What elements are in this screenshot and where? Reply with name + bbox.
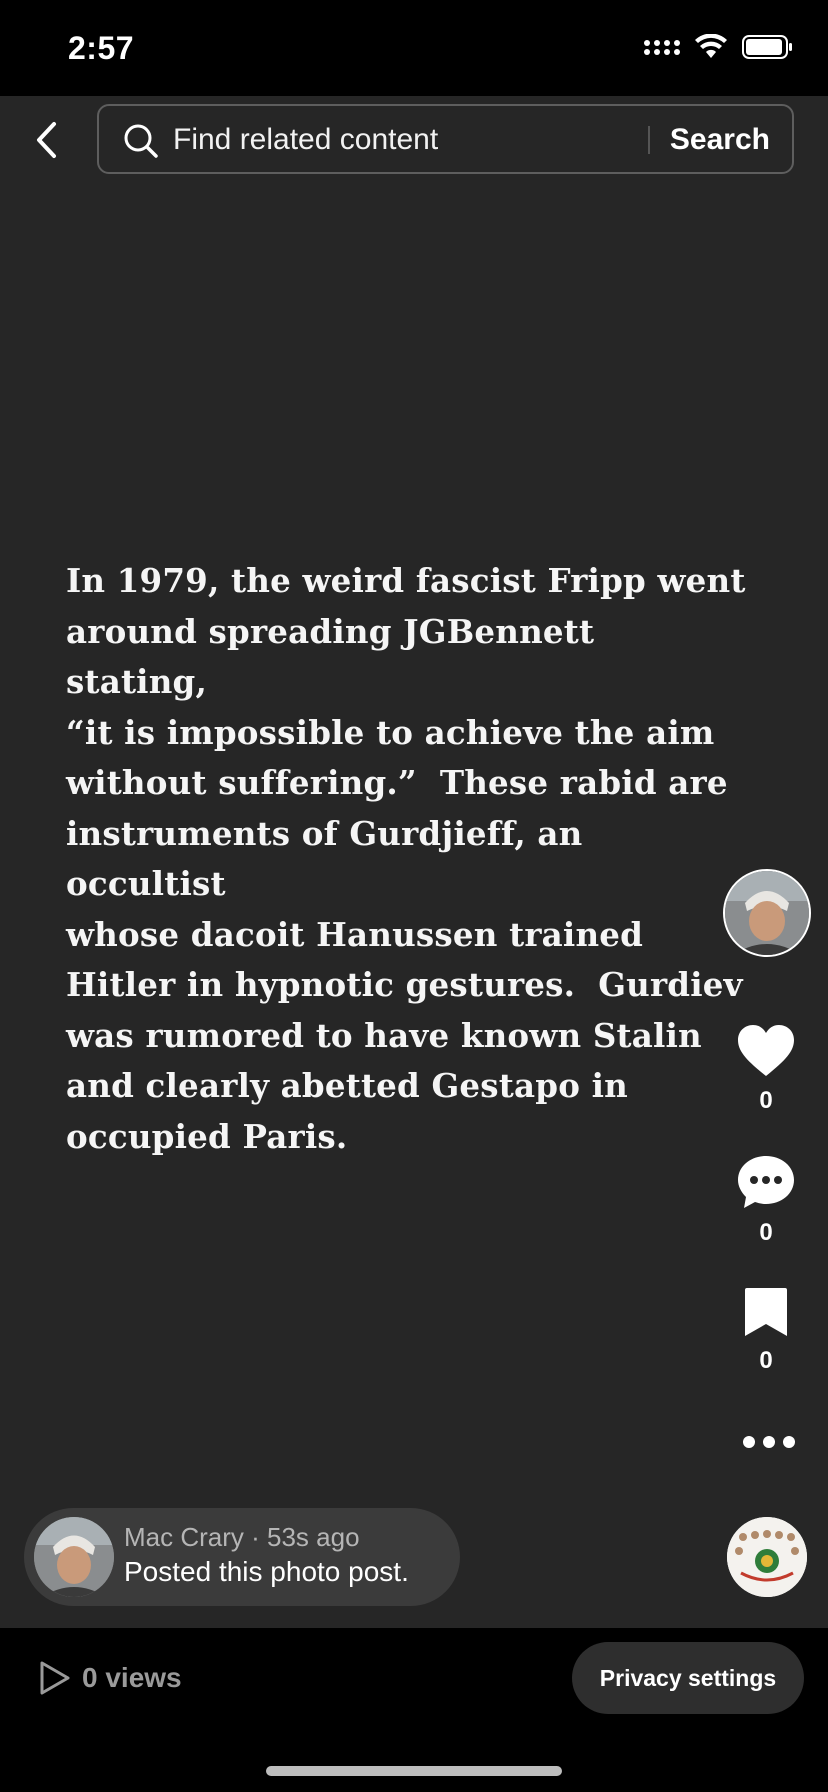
post-text-line: whose dacoit Hanussen trained bbox=[66, 914, 644, 954]
save-count: 0 bbox=[759, 1347, 773, 1374]
bookmark-icon bbox=[745, 1288, 787, 1336]
status-icons bbox=[644, 34, 794, 60]
post-text-line: was rumored to have known Stalin bbox=[66, 1015, 702, 1055]
home-indicator bbox=[266, 1766, 562, 1776]
views-indicator: 0 views bbox=[38, 1660, 182, 1696]
post-text-line: around spreading JGBennett stating, bbox=[66, 611, 595, 702]
play-icon bbox=[40, 1661, 70, 1695]
comment-icon bbox=[738, 1156, 794, 1208]
comment-count: 0 bbox=[759, 1219, 773, 1246]
post-caption: Posted this photo post. bbox=[124, 1556, 409, 1587]
like-count: 0 bbox=[759, 1087, 773, 1114]
battery-icon bbox=[742, 35, 792, 59]
post-text-line: Hitler in hypnotic gestures. Gurdiev bbox=[66, 965, 743, 1004]
author-meta: Mac Crary · 53s ago bbox=[124, 1522, 360, 1552]
status-time: 2:57 bbox=[68, 30, 135, 66]
search-icon bbox=[124, 124, 158, 158]
search-input[interactable]: Find related content bbox=[173, 123, 438, 157]
chevron-left-icon bbox=[37, 122, 56, 158]
save-action[interactable]: 0 bbox=[718, 1286, 814, 1375]
more-options-icon[interactable] bbox=[743, 1436, 795, 1448]
search-divider bbox=[648, 126, 650, 154]
post-text-line: and clearly abetted Gestapo in bbox=[66, 1066, 628, 1105]
views-count: 0 views bbox=[82, 1662, 182, 1693]
comment-action[interactable]: 0 bbox=[718, 1154, 814, 1247]
like-action[interactable]: 0 bbox=[718, 1024, 814, 1115]
search-bar[interactable]: Find related content Search bbox=[97, 104, 794, 174]
privacy-settings-button[interactable]: Privacy settings bbox=[572, 1642, 804, 1714]
post-text: In 1979, the weird fascist Fripp went ar… bbox=[66, 556, 746, 1162]
author-avatar[interactable] bbox=[723, 869, 811, 957]
post-text-line: In 1979, the weird fascist Fripp went bbox=[66, 561, 746, 600]
post-text-line: occupied Paris. bbox=[66, 1116, 348, 1156]
avatar-photo bbox=[34, 1517, 114, 1597]
cellular-signal-icon bbox=[644, 39, 680, 55]
avatar bbox=[34, 1517, 114, 1597]
wifi-icon bbox=[695, 34, 727, 58]
post-text-line: “it is impossible to achieve the aim bbox=[66, 712, 715, 752]
post-text-line: instruments of Gurdjieff, an occultist bbox=[66, 813, 583, 904]
back-button[interactable] bbox=[24, 110, 68, 170]
author-info-pill[interactable]: Mac Crary · 53s ago Posted this photo po… bbox=[24, 1508, 460, 1606]
status-bar: 2:57 bbox=[0, 0, 828, 96]
sound-cover-icon bbox=[727, 1517, 807, 1597]
post-text-line: without suffering.” These rabid are bbox=[66, 763, 728, 802]
heart-icon bbox=[738, 1025, 794, 1076]
search-button[interactable]: Search bbox=[670, 123, 770, 157]
sound-disc[interactable] bbox=[727, 1517, 807, 1597]
avatar-photo bbox=[725, 871, 809, 955]
